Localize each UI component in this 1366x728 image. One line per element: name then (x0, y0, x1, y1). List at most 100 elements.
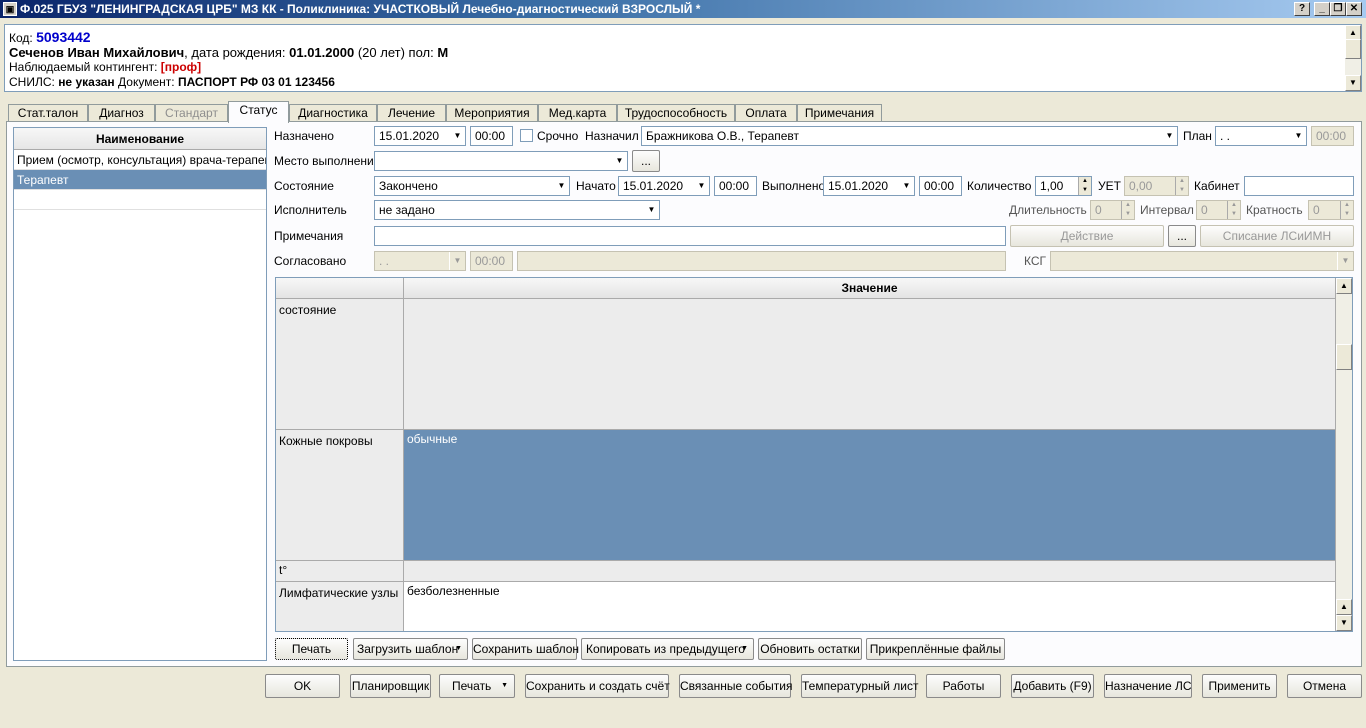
ok-button[interactable]: OK (265, 674, 340, 698)
attached-files-button[interactable]: Прикреплённые файлы (866, 638, 1005, 660)
contingent-value: [проф] (160, 60, 202, 74)
load-template-button[interactable]: Загрузить шаблон ▼ (353, 638, 468, 660)
works-button[interactable]: Работы (926, 674, 1001, 698)
service-list-header[interactable]: Наименование (14, 128, 266, 150)
scroll-up-icon[interactable]: ▲ (1336, 278, 1352, 294)
tab-medcard[interactable]: Мед.карта (538, 104, 617, 122)
interval-label: Интервал (1140, 203, 1194, 217)
spin-arrows-icon[interactable]: ▲ ▼ (1078, 177, 1091, 195)
service-list[interactable]: Наименование Прием (осмотр, консультация… (13, 127, 267, 661)
refresh-stock-button[interactable]: Обновить остатки (758, 638, 862, 660)
grid-row-name[interactable]: состояние (276, 299, 404, 430)
tab-diagnostics[interactable]: Диагностика (289, 104, 377, 122)
chevron-down-icon[interactable]: ▼ (693, 177, 709, 195)
tab-standard[interactable]: Стандарт (155, 104, 228, 122)
multiplicity-value: 0 (1313, 203, 1320, 217)
chevron-down-icon[interactable]: ▼ (611, 152, 627, 170)
linked-events-button[interactable]: Связанные события (679, 674, 792, 698)
scroll-up-small-icon[interactable]: ▲ (1336, 599, 1352, 615)
print-button[interactable]: Печать ▼ (439, 674, 515, 698)
qty-stepper[interactable]: 1,00 ▲ ▼ (1035, 176, 1092, 196)
chevron-down-icon[interactable]: ▼ (1290, 127, 1306, 145)
done-time-field[interactable]: 00:00 (919, 176, 962, 196)
add-button[interactable]: Добавить (F9) (1011, 674, 1094, 698)
grid-row-value[interactable] (404, 299, 1336, 430)
doc-label: Документ: (118, 74, 175, 89)
plan-date-field[interactable]: . . ▼ (1215, 126, 1307, 146)
contingent-label: Наблюдаемый контингент: (9, 60, 158, 74)
uet-value: 0,00 (1129, 179, 1153, 193)
contingent-line: Наблюдаемый контингент: [проф] (9, 60, 1357, 75)
plan-date-value: . . (1220, 129, 1231, 143)
chevron-down-icon[interactable]: ▼ (1161, 127, 1177, 145)
assigned-by-select[interactable]: Бражникова О.В., Терапевт ▼ (641, 126, 1178, 146)
tab-notes[interactable]: Примечания (797, 104, 882, 122)
agreed-by-field (517, 251, 1006, 271)
tab-payment[interactable]: Оплата (735, 104, 797, 122)
assign-ls-button[interactable]: Назначение ЛС (1104, 674, 1192, 698)
notes-field[interactable] (374, 226, 1006, 246)
executor-select[interactable]: не задано ▼ (374, 200, 660, 220)
assigned-time-field[interactable]: 00:00 (470, 126, 513, 146)
started-time-field[interactable]: 00:00 (714, 176, 757, 196)
grid-row-value[interactable]: обычные (404, 430, 1336, 561)
grid-row-name[interactable]: Кожные покровы (276, 430, 404, 561)
assigned-date-field[interactable]: 15.01.2020 ▼ (374, 126, 466, 146)
copy-prev-button[interactable]: Копировать из предыдущего ▼ (581, 638, 754, 660)
place-browse-button[interactable]: ... (632, 150, 660, 172)
action-button[interactable]: Действие (1010, 225, 1164, 247)
help-button[interactable]: ? (1294, 2, 1310, 16)
grid-row-value[interactable] (404, 561, 1336, 582)
minimize-button[interactable]: _ (1314, 2, 1330, 16)
uet-label: УЕТ (1098, 179, 1121, 193)
writeoff-button[interactable]: Списание ЛСиИМН (1200, 225, 1354, 247)
chevron-down-icon[interactable]: ▼ (449, 127, 465, 145)
action-more-button[interactable]: ... (1168, 225, 1196, 247)
grid-value-header[interactable]: Значение (404, 278, 1336, 299)
patient-age: (20 лет) (357, 44, 405, 60)
done-date-field[interactable]: 15.01.2020 ▼ (823, 176, 915, 196)
state-select[interactable]: Закончено ▼ (374, 176, 570, 196)
close-button[interactable]: ✕ (1346, 2, 1362, 16)
spin-arrows-icon: ▲ ▼ (1121, 201, 1134, 219)
tab-work-capacity[interactable]: Трудоспособность (617, 104, 735, 122)
grid-row-name[interactable]: Лимфатические узлы (276, 582, 404, 631)
ksg-label: КСГ (1024, 254, 1047, 268)
header-scrollbar[interactable]: ▲ ▼ (1345, 25, 1361, 91)
list-item[interactable]: Терапевт (14, 170, 266, 190)
cabinet-field[interactable] (1244, 176, 1354, 196)
state-label: Состояние (274, 179, 334, 193)
list-item-empty[interactable] (14, 190, 266, 210)
grid-row-name[interactable]: t° (276, 561, 404, 582)
scroll-down-icon[interactable]: ▼ (1345, 75, 1361, 91)
tab-status[interactable]: Статус (228, 101, 289, 123)
scheduler-button[interactable]: Планировщик (350, 674, 431, 698)
apply-button[interactable]: Применить (1202, 674, 1277, 698)
temp-sheet-button[interactable]: Температурный лист (801, 674, 919, 698)
grid-corner (276, 278, 404, 299)
window-titlebar: ▣ Ф.025 ГБУЗ "ЛЕНИНГРАДСКАЯ ЦРБ" МЗ КК -… (0, 0, 1366, 18)
save-invoice-button[interactable]: Сохранить и создать счёт (525, 674, 670, 698)
chevron-down-icon[interactable]: ▼ (643, 201, 659, 219)
status-grid[interactable]: Значение состояние Кожные покровы обычны… (275, 277, 1353, 632)
tab-treatment[interactable]: Лечение (377, 104, 446, 122)
chevron-down-icon[interactable]: ▼ (898, 177, 914, 195)
place-label: Место выполнения (274, 154, 381, 168)
grid-scrollbar[interactable]: ▲ ▲ ▼ (1336, 278, 1352, 631)
grid-row-value[interactable]: безболезненные (404, 582, 1336, 631)
tab-activities[interactable]: Мероприятия (446, 104, 538, 122)
tab-diagnosis[interactable]: Диагноз (88, 104, 155, 122)
place-select[interactable]: ▼ (374, 151, 628, 171)
tab-stat-talon[interactable]: Стат.талон (8, 104, 88, 122)
started-date-field[interactable]: 15.01.2020 ▼ (618, 176, 710, 196)
scroll-thumb[interactable] (1345, 39, 1361, 59)
cancel-button[interactable]: Отмена (1287, 674, 1362, 698)
scroll-down-icon[interactable]: ▼ (1336, 615, 1352, 631)
maximize-button[interactable]: ❐ (1330, 2, 1346, 16)
urgent-checkbox[interactable] (520, 129, 533, 142)
scroll-thumb[interactable] (1336, 344, 1352, 370)
list-item[interactable]: Прием (осмотр, консультация) врача-терап… (14, 150, 266, 170)
save-template-button[interactable]: Сохранить шаблон (472, 638, 579, 660)
print-status-button[interactable]: Печать (275, 638, 348, 660)
chevron-down-icon[interactable]: ▼ (553, 177, 569, 195)
